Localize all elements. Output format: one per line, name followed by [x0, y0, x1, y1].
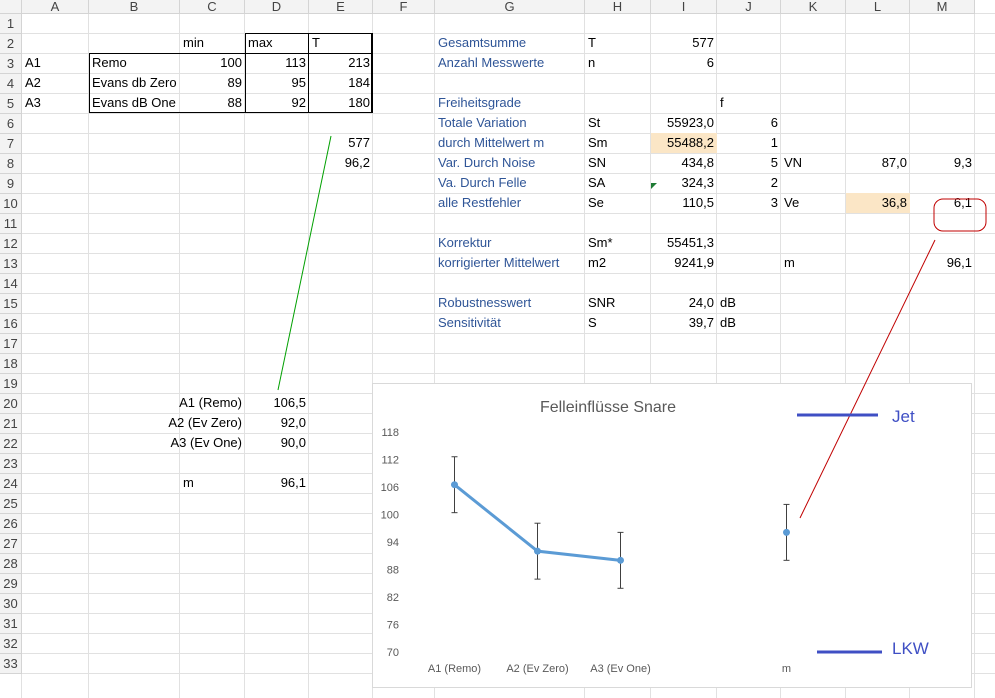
- annotation-red-circle: [933, 198, 987, 232]
- annotation-lkw-label: LKW: [892, 639, 929, 658]
- annotation-layer: Jet LKW: [277, 135, 987, 658]
- annotation-green-line: [277, 135, 332, 391]
- annotation-red-line: [799, 239, 936, 519]
- annotation-jet-label: Jet: [892, 407, 915, 426]
- cell-comment-indicator: [651, 183, 657, 189]
